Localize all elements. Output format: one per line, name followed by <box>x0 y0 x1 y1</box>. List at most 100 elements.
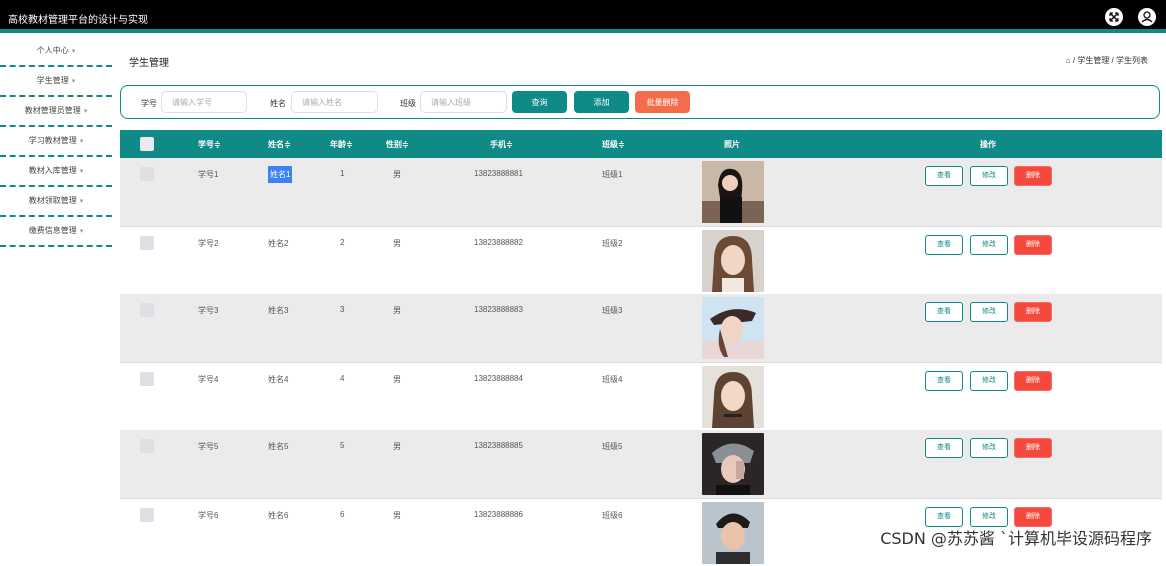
row-checkbox[interactable] <box>140 372 154 386</box>
sidebar-item-collection[interactable]: 教材领取管理 ▾ <box>0 187 112 217</box>
row-checkbox[interactable] <box>140 236 154 250</box>
sidebar-item-students[interactable]: 学生管理 ▾ <box>0 67 112 97</box>
app-title: 高校教材管理平台的设计与实现 <box>8 15 148 26</box>
sidebar-item-label: 教材管理员管理 <box>24 106 81 115</box>
view-button[interactable]: 查看 <box>925 166 963 186</box>
table-row: 学号3 姓名3 3 男 13823888883 班级3 查看 修改 删除 <box>120 294 1162 362</box>
selected-text: 姓名1 <box>268 166 293 183</box>
cell-age: 5 <box>340 441 345 450</box>
cell-phone: 13823888886 <box>474 510 523 519</box>
student-id-label: 学号 <box>141 99 157 108</box>
view-button[interactable]: 查看 <box>925 302 963 322</box>
delete-button[interactable]: 删除 <box>1014 302 1052 322</box>
edit-button[interactable]: 修改 <box>970 235 1008 255</box>
edit-button[interactable]: 修改 <box>970 507 1008 527</box>
row-checkbox[interactable] <box>140 303 154 317</box>
chevron-down-icon: ▾ <box>83 108 88 115</box>
cell-phone: 13823888883 <box>474 305 523 314</box>
breadcrumb-text: / 学生管理 / 学生列表 <box>1072 56 1148 65</box>
sidebar-item-admins[interactable]: 教材管理员管理 ▾ <box>0 97 112 127</box>
table-row: 学号5 姓名5 5 男 13823888885 班级5 查看 修改 删除 <box>120 430 1162 498</box>
cell-gender: 男 <box>393 170 401 179</box>
row-checkbox[interactable] <box>140 508 154 522</box>
row-checkbox[interactable] <box>140 439 154 453</box>
table-header: 学号≑ 姓名≑ 年龄≑ 性别≑ 手机≑ 班级≑ 照片 操作 <box>120 130 1162 158</box>
table-row: 学号4 姓名4 4 男 13823888884 班级4 查看 修改 删除 <box>120 362 1162 430</box>
select-all-checkbox[interactable] <box>140 137 154 151</box>
chevron-down-icon: ▾ <box>71 78 76 85</box>
fullscreen-icon[interactable] <box>1105 8 1123 26</box>
student-id-input[interactable] <box>161 91 247 113</box>
sidebar-item-label: 教材领取管理 <box>28 196 77 205</box>
col-age[interactable]: 年龄≑ <box>330 139 353 150</box>
top-bar: 高校教材管理平台的设计与实现 <box>0 0 1166 33</box>
delete-button[interactable]: 删除 <box>1014 371 1052 391</box>
col-name[interactable]: 姓名≑ <box>268 139 291 150</box>
delete-button[interactable]: 删除 <box>1014 438 1052 458</box>
query-button[interactable]: 查询 <box>512 91 567 113</box>
delete-button[interactable]: 删除 <box>1014 235 1052 255</box>
cell-phone: 13823888884 <box>474 374 523 383</box>
cell-gender: 男 <box>393 306 401 315</box>
cell-age: 3 <box>340 305 345 314</box>
add-button[interactable]: 添加 <box>574 91 629 113</box>
name-input[interactable] <box>291 91 378 113</box>
col-student-id[interactable]: 学号≑ <box>198 139 221 150</box>
chevron-down-icon: ▾ <box>79 168 84 175</box>
cell-class: 班级5 <box>602 442 623 451</box>
cell-student-id: 学号3 <box>198 306 219 315</box>
view-button[interactable]: 查看 <box>925 438 963 458</box>
sidebar-item-label: 教材入库管理 <box>28 166 77 175</box>
sidebar-item-label: 学习教材管理 <box>28 136 77 145</box>
edit-button[interactable]: 修改 <box>970 166 1008 186</box>
student-table: 学号≑ 姓名≑ 年龄≑ 性别≑ 手机≑ 班级≑ 照片 操作 学号1 姓名1 1 … <box>120 130 1162 566</box>
cell-age: 2 <box>340 238 345 247</box>
view-button[interactable]: 查看 <box>925 371 963 391</box>
watermark: CSDN @苏苏酱 `计算机毕设源码程序 <box>880 529 1152 548</box>
row-checkbox[interactable] <box>140 167 154 181</box>
edit-button[interactable]: 修改 <box>970 302 1008 322</box>
edit-button[interactable]: 修改 <box>970 438 1008 458</box>
sidebar-item-label: 个人中心 <box>36 46 69 55</box>
breadcrumb: ⌂ / 学生管理 / 学生列表 <box>1066 55 1148 66</box>
col-phone[interactable]: 手机≑ <box>490 139 513 150</box>
user-icon[interactable] <box>1138 8 1156 26</box>
chevron-down-icon: ▾ <box>79 198 84 205</box>
chevron-down-icon: ▾ <box>79 228 84 235</box>
col-class[interactable]: 班级≑ <box>602 139 625 150</box>
cell-name: 姓名5 <box>268 442 289 451</box>
delete-button[interactable]: 删除 <box>1014 166 1052 186</box>
sidebar-item-label: 学生管理 <box>36 76 69 85</box>
cell-class: 班级6 <box>602 511 623 520</box>
cell-phone: 13823888881 <box>474 169 523 178</box>
sidebar-item-personal-center[interactable]: 个人中心 ▾ <box>0 37 112 67</box>
class-input[interactable] <box>420 91 507 113</box>
col-gender[interactable]: 性别≑ <box>386 139 409 150</box>
page-title: 学生管理 <box>129 58 169 69</box>
col-actions: 操作 <box>980 140 996 149</box>
cell-phone: 13823888882 <box>474 238 523 247</box>
cell-class: 班级4 <box>602 375 623 384</box>
cell-name: 姓名3 <box>268 306 289 315</box>
cell-student-id: 学号2 <box>198 239 219 248</box>
student-photo <box>702 230 764 292</box>
sidebar-item-textbooks[interactable]: 学习教材管理 ▾ <box>0 127 112 157</box>
cell-student-id: 学号6 <box>198 511 219 520</box>
student-photo <box>702 502 764 564</box>
sidebar-item-payments[interactable]: 缴费信息管理 ▾ <box>0 217 112 247</box>
cell-name: 姓名1 <box>268 166 293 183</box>
cell-age: 6 <box>340 510 345 519</box>
view-button[interactable]: 查看 <box>925 235 963 255</box>
delete-button[interactable]: 删除 <box>1014 507 1052 527</box>
student-photo <box>702 433 764 495</box>
cell-phone: 13823888885 <box>474 441 523 450</box>
student-photo <box>702 297 764 359</box>
cell-student-id: 学号4 <box>198 375 219 384</box>
sidebar-item-stock-in[interactable]: 教材入库管理 ▾ <box>0 157 112 187</box>
batch-delete-button[interactable]: 批量删除 <box>635 91 690 113</box>
home-icon[interactable]: ⌂ <box>1066 56 1071 65</box>
edit-button[interactable]: 修改 <box>970 371 1008 391</box>
cell-class: 班级1 <box>602 170 623 179</box>
view-button[interactable]: 查看 <box>925 507 963 527</box>
col-photo: 照片 <box>724 140 740 149</box>
